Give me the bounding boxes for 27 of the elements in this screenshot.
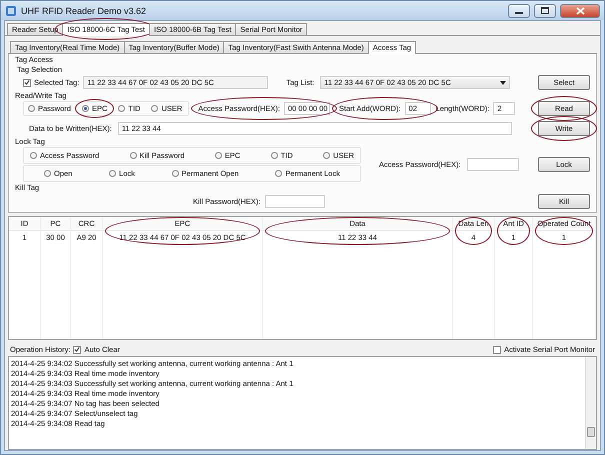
caret-icon [500, 80, 506, 84]
radio-button[interactable] [270, 152, 278, 159]
password-field[interactable] [466, 158, 519, 171]
radio-button[interactable] [323, 152, 330, 159]
radio-button[interactable] [44, 170, 51, 177]
radio-button[interactable] [130, 152, 137, 159]
maximize-button[interactable] [534, 4, 556, 18]
radio-button[interactable] [275, 170, 282, 177]
checkbox[interactable] [73, 346, 82, 354]
maximize-icon [541, 7, 549, 14]
password-field[interactable] [264, 195, 325, 208]
radio-button[interactable] [28, 105, 35, 112]
scrollbar[interactable] [585, 357, 596, 449]
minimize-button[interactable] [508, 4, 530, 18]
radio-button[interactable] [214, 152, 222, 159]
radio-button[interactable] [172, 170, 179, 177]
checkbox[interactable] [23, 78, 31, 86]
radio-button[interactable] [118, 105, 126, 112]
radio-button[interactable] [30, 152, 37, 159]
checkbox[interactable] [493, 346, 502, 354]
radio-button[interactable] [151, 105, 158, 112]
close-button[interactable] [560, 4, 600, 18]
close-icon [576, 6, 584, 14]
radio-button[interactable] [109, 170, 116, 177]
radio-button[interactable] [82, 105, 89, 112]
app-icon [5, 4, 17, 16]
window-title: UHF RFID Reader Demo v3.62 [21, 6, 146, 16]
